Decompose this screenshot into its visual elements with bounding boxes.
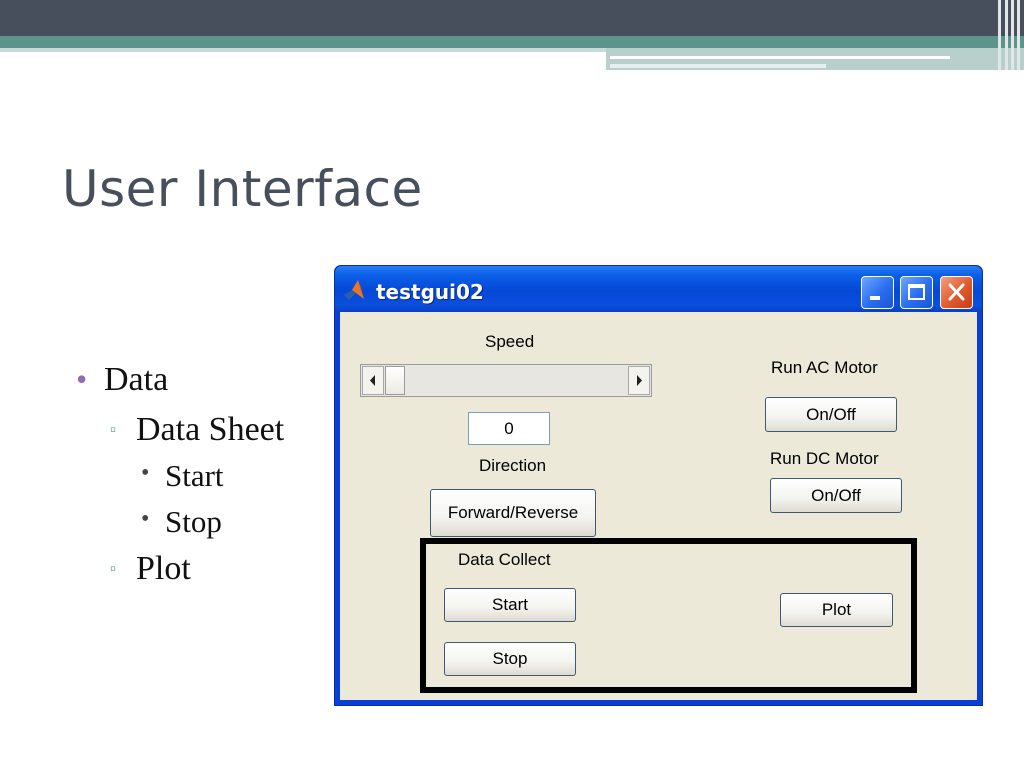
data-collect-label: Data Collect	[458, 550, 551, 569]
bullet-text: Stop	[165, 504, 222, 539]
maximize-button[interactable]	[900, 276, 933, 309]
bullet-item: • Stop	[141, 504, 222, 540]
bullet-marker: •	[141, 460, 150, 486]
speed-value-field[interactable]: 0	[468, 412, 550, 445]
header-band-dark	[0, 0, 1024, 36]
stop-button[interactable]: Stop	[444, 642, 576, 676]
speed-slider[interactable]	[360, 364, 652, 397]
start-button[interactable]: Start	[444, 588, 576, 622]
bullet-text: Plot	[136, 550, 191, 587]
slider-thumb[interactable]	[385, 366, 405, 395]
ac-on-off-button[interactable]: On/Off	[765, 397, 897, 432]
header-vertical-bars	[994, 0, 1024, 70]
header-line	[610, 64, 826, 68]
bullet-marker: ▫	[110, 559, 117, 578]
matlab-icon	[344, 280, 364, 300]
direction-label: Direction	[479, 456, 547, 475]
slider-left-arrow[interactable]	[362, 366, 384, 395]
slide-title: User Interface	[62, 160, 423, 218]
dc-on-off-button[interactable]: On/Off	[770, 478, 902, 513]
header-stripe	[0, 48, 606, 52]
forward-reverse-button[interactable]: Forward/Reverse	[430, 489, 596, 537]
header-band-teal	[0, 36, 1024, 48]
gui-window: testgui02 Speed 0 Direction Forward/Reve…	[334, 265, 983, 706]
bullet-item: • Start	[141, 458, 224, 494]
slider-right-arrow[interactable]	[628, 366, 650, 395]
maximize-icon	[908, 284, 925, 300]
window-titlebar[interactable]: testgui02	[335, 266, 982, 312]
bullet-item: ▫ Plot	[110, 550, 191, 588]
bullet-marker: ▫	[110, 420, 117, 439]
speed-label: Speed	[485, 332, 535, 351]
bullet-text: Data Sheet	[136, 411, 285, 448]
run-ac-motor-label: Run AC Motor	[771, 358, 878, 377]
close-button[interactable]	[940, 276, 973, 309]
minimize-button[interactable]	[861, 276, 894, 309]
run-dc-motor-label: Run DC Motor	[770, 449, 879, 468]
arrow-right-icon	[637, 375, 642, 386]
bullet-item: ▫ Data Sheet	[110, 411, 285, 449]
bullet-item: • Data	[76, 361, 169, 399]
bullet-marker: •	[76, 361, 88, 397]
window-client-area: Speed 0 Direction Forward/Reverse Run AC…	[340, 312, 977, 700]
arrow-left-icon	[370, 375, 375, 386]
window-title: testgui02	[376, 280, 484, 304]
bullet-marker: •	[141, 506, 150, 532]
minimize-icon	[870, 296, 880, 300]
header-line	[610, 56, 950, 59]
bullet-text: Data	[104, 361, 169, 398]
plot-button[interactable]: Plot	[780, 593, 893, 627]
close-icon	[948, 283, 965, 301]
bullet-text: Start	[165, 458, 224, 493]
